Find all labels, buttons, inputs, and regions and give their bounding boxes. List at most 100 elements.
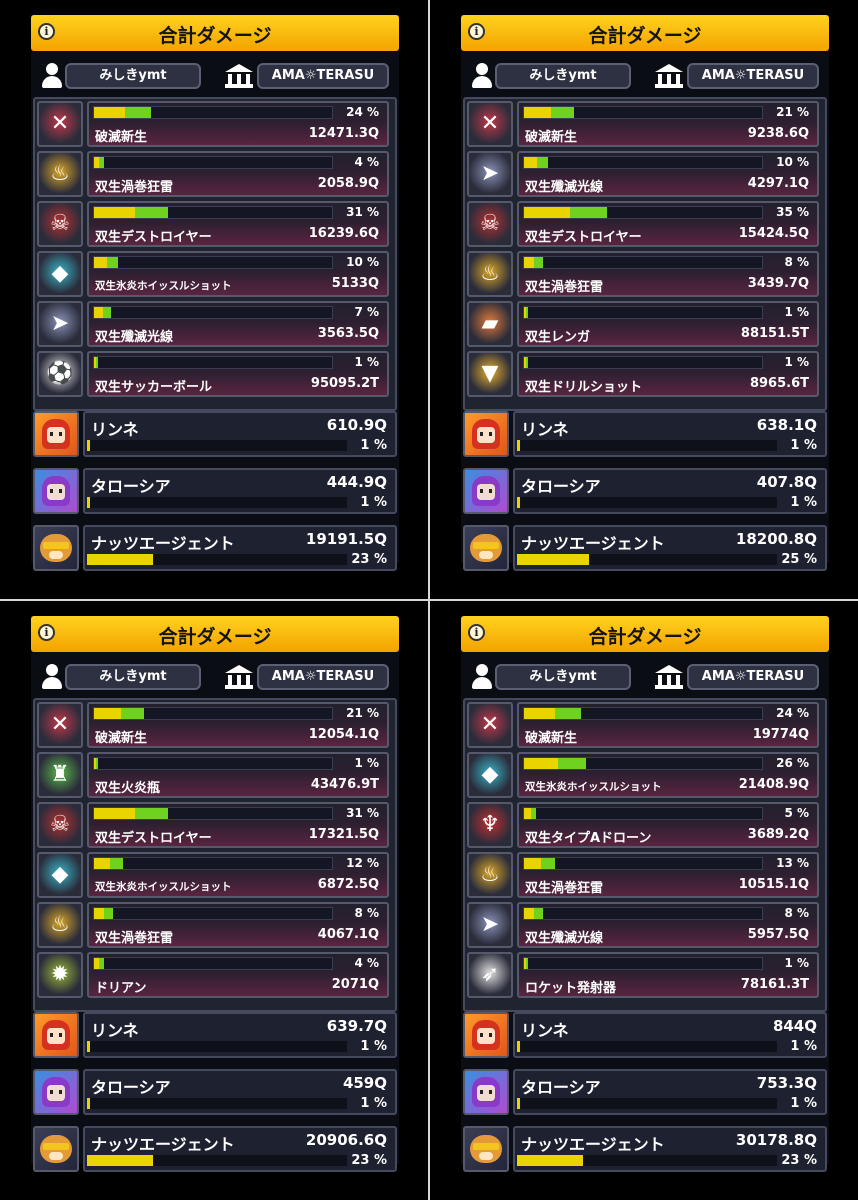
crossed-blades-emblem-icon: ✕: [37, 702, 83, 748]
item-damage: 19774Q: [752, 727, 809, 742]
tesla-coil-icon: ♨: [467, 852, 513, 898]
item-name: 双生氷炎ホイッスルショット: [525, 781, 662, 793]
item-damage-bar-fill: [94, 708, 122, 719]
guild-icon-column: [246, 675, 250, 685]
character-name: リンネ: [521, 1021, 569, 1040]
item-percent: 1 %: [784, 956, 809, 970]
item-row[interactable]: ✕ 21 % 破滅新生 12054.1Q: [37, 702, 389, 748]
item-row[interactable]: ✕ 21 % 破滅新生 9238.6Q: [467, 101, 819, 147]
nuts-agent-portrait: [465, 527, 507, 569]
item-row[interactable]: ♨ 8 % 双生渦巻狂雷 4067.1Q: [37, 902, 389, 948]
character-row[interactable]: ナッツエージェント 30178.8Q 23 %: [461, 1126, 829, 1172]
tarosia-portrait: [465, 1071, 507, 1113]
character-damage-bar: [517, 1098, 777, 1109]
guild-icon-column: [658, 74, 662, 84]
item-row[interactable]: ➶ 1 % ロケット発射器 78161.3T: [467, 952, 819, 998]
item-name: 双生タイプAドローン: [525, 831, 652, 846]
item-name: 双生デストロイヤー: [95, 230, 212, 245]
item-row[interactable]: ⚽ 1 % 双生サッカーボール 95095.2T: [37, 351, 389, 397]
laser-drone-icon: ➤: [467, 151, 513, 197]
character-damage-bar-fill: [517, 440, 520, 451]
guild-name[interactable]: AMA☼TERASU: [257, 63, 389, 89]
item-damage-bar-fill-secondary: [104, 908, 114, 919]
character-info: タローシア 444.9Q 1 %: [83, 468, 397, 514]
item-damage-bar-fill-secondary: [526, 958, 528, 969]
item-row[interactable]: ➤ 10 % 双生殲滅光線 4297.1Q: [467, 151, 819, 197]
item-row[interactable]: ♨ 8 % 双生渦巻狂雷 3439.7Q: [467, 251, 819, 297]
item-row[interactable]: ☠ 31 % 双生デストロイヤー 16239.6Q: [37, 201, 389, 247]
item-glyph: ✕: [50, 712, 70, 737]
guild-icon-base: [655, 685, 683, 689]
player-name[interactable]: みしきymt: [65, 664, 201, 690]
item-damage-bar-fill-secondary: [537, 157, 548, 168]
character-row[interactable]: ナッツエージェント 20906.6Q 23 %: [31, 1126, 399, 1172]
item-damage: 6872.5Q: [317, 877, 379, 892]
item-row[interactable]: ✕ 24 % 破滅新生 19774Q: [467, 702, 819, 748]
character-damage-bar-fill: [87, 1041, 90, 1052]
item-row[interactable]: ▰ 1 % 双生レンガ 88151.5T: [467, 301, 819, 347]
item-damage-bar-fill: [94, 207, 135, 218]
item-info: 10 % 双生殲滅光線 4297.1Q: [517, 151, 819, 197]
item-damage-bar-fill-secondary: [526, 307, 528, 318]
character-row[interactable]: リンネ 638.1Q 1 %: [461, 411, 829, 457]
item-damage-bar-fill-secondary: [99, 958, 104, 969]
guild-name[interactable]: AMA☼TERASU: [687, 664, 819, 690]
rinne-portrait: [465, 413, 507, 455]
item-row[interactable]: ✹ 4 % ドリアン 2071Q: [37, 952, 389, 998]
player-name[interactable]: みしきymt: [65, 63, 201, 89]
character-row[interactable]: タローシア 753.3Q 1 %: [461, 1069, 829, 1115]
player-name[interactable]: みしきymt: [495, 63, 631, 89]
character-damage-bar: [87, 1041, 347, 1052]
character-row[interactable]: ナッツエージェント 18200.8Q 25 %: [461, 525, 829, 571]
rinne-portrait: [35, 1014, 77, 1056]
item-name: 破滅新生: [95, 731, 148, 746]
guild-name[interactable]: AMA☼TERASU: [687, 63, 819, 89]
character-row[interactable]: ナッツエージェント 19191.5Q 23 %: [31, 525, 399, 571]
item-damage: 88151.5T: [740, 326, 809, 341]
character-row[interactable]: リンネ 639.7Q 1 %: [31, 1012, 399, 1058]
item-row[interactable]: ♨ 13 % 双生渦巻狂雷 10515.1Q: [467, 852, 819, 898]
character-damage-bar-fill: [87, 1155, 153, 1166]
character-damage: 444.9Q: [326, 473, 387, 491]
player-name[interactable]: みしきymt: [495, 664, 631, 690]
guild-name[interactable]: AMA☼TERASU: [257, 664, 389, 690]
character-row[interactable]: タローシア 407.8Q 1 %: [461, 468, 829, 514]
character-name: ナッツエージェント: [91, 1135, 235, 1154]
item-row[interactable]: ◆ 12 % 双生氷炎ホイッスルショット 6872.5Q: [37, 852, 389, 898]
item-row[interactable]: ➤ 8 % 双生殲滅光線 5957.5Q: [467, 902, 819, 948]
item-glyph: ◆: [51, 261, 69, 286]
item-damage: 3439.7Q: [747, 276, 809, 291]
item-percent: 24 %: [346, 105, 379, 119]
item-damage: 15424.5Q: [738, 226, 809, 241]
item-damage-bar: [523, 957, 763, 970]
character-row[interactable]: リンネ 844Q 1 %: [461, 1012, 829, 1058]
character-damage-bar: [517, 1155, 777, 1166]
item-damage-bar-fill-secondary: [121, 708, 144, 719]
character-row[interactable]: タローシア 444.9Q 1 %: [31, 468, 399, 514]
item-row[interactable]: ◆ 10 % 双生氷炎ホイッスルショット 5133Q: [37, 251, 389, 297]
item-damage: 4067.1Q: [317, 927, 379, 942]
item-name: 双生殲滅光線: [525, 931, 604, 946]
item-row[interactable]: ☠ 31 % 双生デストロイヤー 17321.5Q: [37, 802, 389, 848]
item-row[interactable]: ♆ 5 % 双生タイプAドローン 3689.2Q: [467, 802, 819, 848]
item-damage-bar-fill-secondary: [530, 808, 536, 819]
character-damage-bar-fill: [87, 497, 90, 508]
item-damage-bar: [93, 206, 333, 219]
item-damage: 5957.5Q: [747, 927, 809, 942]
item-info: 5 % 双生タイプAドローン 3689.2Q: [517, 802, 819, 848]
item-row[interactable]: ➤ 7 % 双生殲滅光線 3563.5Q: [37, 301, 389, 347]
item-row[interactable]: ✕ 24 % 破滅新生 12471.3Q: [37, 101, 389, 147]
item-row[interactable]: ☠ 35 % 双生デストロイヤー 15424.5Q: [467, 201, 819, 247]
character-row[interactable]: タローシア 459Q 1 %: [31, 1069, 399, 1115]
item-row[interactable]: ♜ 1 % 双生火炎瓶 43476.9T: [37, 752, 389, 798]
item-name: 双生殲滅光線: [525, 180, 604, 195]
item-damage-bar-fill: [524, 257, 535, 268]
item-damage: 4297.1Q: [747, 176, 809, 191]
item-damage-bar: [93, 256, 333, 269]
item-row[interactable]: ◆ 26 % 双生氷炎ホイッスルショット 21408.9Q: [467, 752, 819, 798]
item-row[interactable]: ▼ 1 % 双生ドリルショット 8965.6T: [467, 351, 819, 397]
character-percent: 1 %: [790, 1039, 817, 1054]
item-row[interactable]: ♨ 4 % 双生渦巻狂雷 2058.9Q: [37, 151, 389, 197]
item-damage-bar-fill-secondary: [134, 808, 168, 819]
character-row[interactable]: リンネ 610.9Q 1 %: [31, 411, 399, 457]
